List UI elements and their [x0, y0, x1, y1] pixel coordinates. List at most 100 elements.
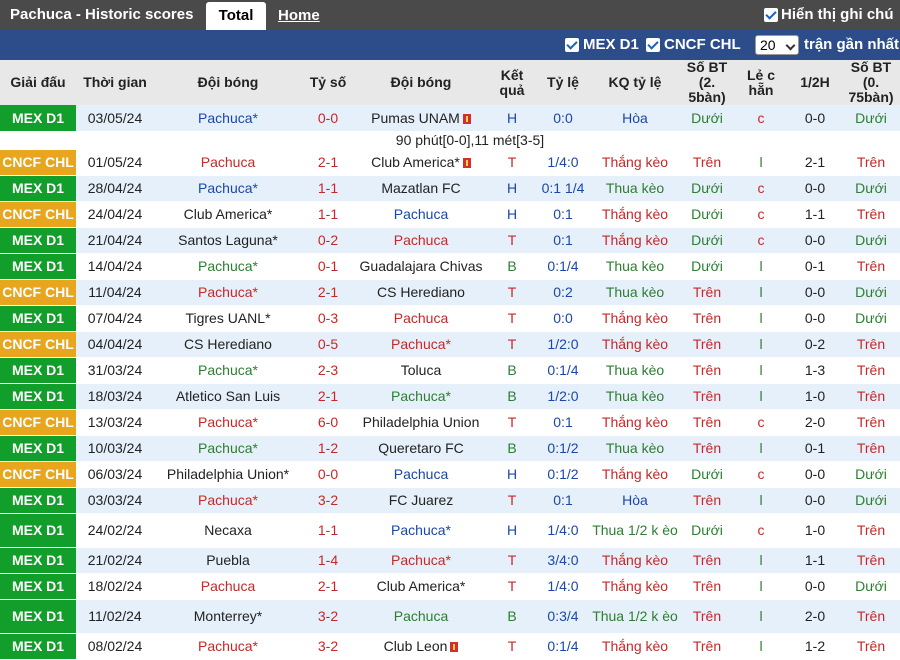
home-team[interactable]: Pachuca*: [154, 409, 302, 436]
competition-badge[interactable]: MEX D1: [0, 435, 76, 462]
table-row[interactable]: CNCF CHL 24/04/24 Club America* 1-1 Pachuca H…: [0, 201, 900, 228]
away-team[interactable]: Queretaro FC: [354, 435, 488, 462]
match-score[interactable]: 0-3: [302, 305, 354, 332]
away-team[interactable]: Pachuca: [354, 201, 488, 228]
home-team[interactable]: CS Herediano: [154, 331, 302, 358]
match-score[interactable]: 0-1: [302, 253, 354, 280]
match-score[interactable]: 0-2: [302, 227, 354, 254]
table-row[interactable]: CNCF CHL 13/03/24 Pachuca* 6-0 Philadelphia …: [0, 409, 900, 436]
match-score[interactable]: 6-0: [302, 409, 354, 436]
home-team[interactable]: Pachuca*: [154, 175, 302, 202]
col-half-time[interactable]: 1/2H: [788, 60, 842, 105]
col-odds-result[interactable]: KQ tỷ lệ: [590, 60, 680, 105]
tab-total[interactable]: Total: [206, 2, 266, 30]
competition-badge[interactable]: CNCF CHL: [0, 279, 76, 306]
away-team[interactable]: Toluca: [354, 357, 488, 384]
away-team[interactable]: Philadelphia Union: [354, 409, 488, 436]
away-team[interactable]: Club Leon: [354, 633, 488, 660]
table-row[interactable]: MEX D1 10/03/24 Pachuca* 1-2 Queretaro FC B 0:…: [0, 435, 900, 462]
home-team[interactable]: Pachuca: [154, 573, 302, 600]
away-team[interactable]: Pachuca*: [354, 513, 488, 548]
table-row[interactable]: MEX D1 21/02/24 Puebla 1-4 Pachuca* T 3/4:0 Thắ…: [0, 547, 900, 574]
competition-badge[interactable]: MEX D1: [0, 357, 76, 384]
table-row[interactable]: MEX D1 03/03/24 Pachuca* 3-2 FC Juarez T 0:1 Hò…: [0, 487, 900, 514]
home-team[interactable]: Santos Laguna*: [154, 227, 302, 254]
filter-cncf-chl[interactable]: CNCF CHL: [646, 36, 741, 53]
table-row[interactable]: MEX D1 03/05/24 Pachuca* 0-0 Pumas UNAM H 0:0 H…: [0, 105, 900, 132]
table-row[interactable]: MEX D1 18/03/24 Atletico San Luis 2-1 Pachuc…: [0, 383, 900, 410]
checkbox-icon[interactable]: [565, 37, 579, 52]
match-score[interactable]: 0-5: [302, 331, 354, 358]
match-score[interactable]: 1-1: [302, 175, 354, 202]
away-team[interactable]: FC Juarez: [354, 487, 488, 514]
checkbox-icon[interactable]: [646, 37, 660, 52]
match-score[interactable]: 2-1: [302, 383, 354, 410]
col-odds[interactable]: Tỷ lệ: [536, 60, 590, 105]
competition-badge[interactable]: MEX D1: [0, 633, 76, 660]
home-team[interactable]: Pachuca*: [154, 633, 302, 660]
table-row[interactable]: CNCF CHL 11/04/24 Pachuca* 2-1 CS Herediano T…: [0, 279, 900, 306]
match-score[interactable]: 1-1: [302, 201, 354, 228]
away-team[interactable]: Mazatlan FC: [354, 175, 488, 202]
competition-badge[interactable]: MEX D1: [0, 599, 76, 634]
competition-badge[interactable]: CNCF CHL: [0, 331, 76, 358]
competition-badge[interactable]: CNCF CHL: [0, 461, 76, 488]
table-row[interactable]: MEX D1 21/04/24 Santos Laguna* 0-2 Pachuca T 0…: [0, 227, 900, 254]
table-row[interactable]: CNCF CHL 01/05/24 Pachuca 2-1 Club America* T…: [0, 149, 900, 176]
competition-badge[interactable]: CNCF CHL: [0, 409, 76, 436]
table-row[interactable]: CNCF CHL 04/04/24 CS Herediano 0-5 Pachuca* T…: [0, 331, 900, 358]
col-league[interactable]: Giải đấu: [0, 60, 76, 105]
home-team[interactable]: Club America*: [154, 201, 302, 228]
competition-badge[interactable]: MEX D1: [0, 513, 76, 548]
show-notes-toggle[interactable]: Hiển thị ghi chú: [764, 6, 894, 23]
home-team[interactable]: Pachuca*: [154, 435, 302, 462]
away-team[interactable]: Guadalajara Chivas: [354, 253, 488, 280]
table-row[interactable]: MEX D1 11/02/24 Monterrey* 3-2 Pachuca B 0:3/4…: [0, 599, 900, 634]
away-team[interactable]: Pachuca*: [354, 331, 488, 358]
match-score[interactable]: 3-2: [302, 599, 354, 634]
col-time[interactable]: Thời gian: [76, 60, 154, 105]
home-team[interactable]: Pachuca*: [154, 487, 302, 514]
home-team[interactable]: Pachuca*: [154, 105, 302, 132]
competition-badge[interactable]: MEX D1: [0, 487, 76, 514]
match-score[interactable]: 2-3: [302, 357, 354, 384]
home-team[interactable]: Pachuca: [154, 149, 302, 176]
competition-badge[interactable]: MEX D1: [0, 383, 76, 410]
match-score[interactable]: 3-2: [302, 633, 354, 660]
table-row[interactable]: MEX D1 08/02/24 Pachuca* 3-2 Club Leon T 0:1/4…: [0, 633, 900, 660]
col-goals-2-5[interactable]: Số BT (2. 5bàn): [680, 60, 734, 105]
home-team[interactable]: Tigres UANL*: [154, 305, 302, 332]
home-team[interactable]: Pachuca*: [154, 279, 302, 306]
match-score[interactable]: 0-0: [302, 461, 354, 488]
table-row[interactable]: MEX D1 31/03/24 Pachuca* 2-3 Toluca B 0:1/4 Thu…: [0, 357, 900, 384]
filter-mex-d1[interactable]: MEX D1: [565, 36, 639, 53]
col-result[interactable]: Kết quả: [488, 60, 536, 105]
table-row[interactable]: MEX D1 14/04/24 Pachuca* 0-1 Guadalajara Chi…: [0, 253, 900, 280]
match-score[interactable]: 1-4: [302, 547, 354, 574]
col-home-team[interactable]: Đội bóng: [154, 60, 302, 105]
competition-badge[interactable]: MEX D1: [0, 105, 76, 132]
table-row[interactable]: CNCF CHL 06/03/24 Philadelphia Union* 0-0 Pa…: [0, 461, 900, 488]
competition-badge[interactable]: MEX D1: [0, 573, 76, 600]
away-team[interactable]: Pachuca: [354, 305, 488, 332]
away-team[interactable]: Club America*: [354, 149, 488, 176]
competition-badge[interactable]: MEX D1: [0, 253, 76, 280]
home-team[interactable]: Puebla: [154, 547, 302, 574]
away-team[interactable]: Club America*: [354, 573, 488, 600]
match-score[interactable]: 0-0: [302, 105, 354, 132]
table-row[interactable]: MEX D1 28/04/24 Pachuca* 1-1 Mazatlan FC H 0:1…: [0, 175, 900, 202]
away-team[interactable]: Pachuca: [354, 227, 488, 254]
table-row[interactable]: MEX D1 18/02/24 Pachuca 2-1 Club America* T 1/…: [0, 573, 900, 600]
competition-badge[interactable]: MEX D1: [0, 175, 76, 202]
match-score[interactable]: 2-1: [302, 573, 354, 600]
match-score[interactable]: 2-1: [302, 149, 354, 176]
competition-badge[interactable]: CNCF CHL: [0, 201, 76, 228]
competition-badge[interactable]: MEX D1: [0, 227, 76, 254]
col-score[interactable]: Tỷ số: [302, 60, 354, 105]
col-goals-0-75[interactable]: Số BT (0. 75bàn): [842, 60, 900, 105]
match-score[interactable]: 3-2: [302, 487, 354, 514]
match-score[interactable]: 2-1: [302, 279, 354, 306]
away-team[interactable]: Pachuca: [354, 461, 488, 488]
table-row[interactable]: MEX D1 07/04/24 Tigres UANL* 0-3 Pachuca T 0:0…: [0, 305, 900, 332]
away-team[interactable]: Pachuca*: [354, 383, 488, 410]
